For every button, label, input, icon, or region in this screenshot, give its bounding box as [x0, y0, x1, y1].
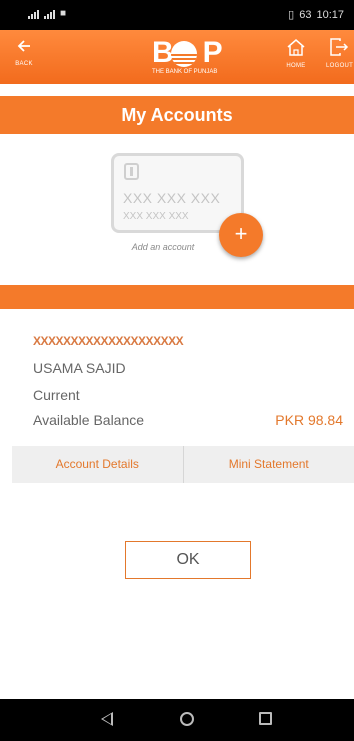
- card-chip-icon: [124, 163, 139, 180]
- balance-label: Available Balance: [33, 412, 145, 428]
- account-tabs: Account Details Mini Statement: [12, 446, 354, 483]
- system-nav-bar: [0, 699, 354, 741]
- nav-recents-icon[interactable]: [259, 712, 272, 725]
- signal-icon: [44, 9, 55, 19]
- back-label: BACK: [15, 61, 33, 67]
- bop-logo: BP THE BANK OF PUNJAB: [152, 36, 256, 78]
- home-button[interactable]: HOME: [282, 38, 310, 69]
- arrow-left-icon: [17, 40, 30, 52]
- logout-button[interactable]: LOGOUT: [326, 38, 354, 69]
- logout-label: LOGOUT: [326, 63, 354, 69]
- sun-logo-icon: [171, 41, 197, 67]
- signal-icon: [28, 9, 39, 19]
- account-details-tab[interactable]: Account Details: [12, 446, 183, 483]
- mini-statement-tab[interactable]: Mini Statement: [182, 446, 354, 483]
- vibrate-icon: ▯: [288, 9, 295, 21]
- back-button[interactable]: BACK: [12, 38, 36, 67]
- clock: 10:17: [316, 8, 344, 21]
- page-title: My Accounts: [0, 96, 354, 134]
- account-holder-name: USAMA SAJID: [33, 360, 126, 376]
- status-left: ■: [28, 8, 66, 19]
- status-right: ▯ 63 10:17: [288, 8, 344, 22]
- section-divider: [0, 285, 354, 309]
- add-account-label: Add an account: [131, 242, 195, 252]
- add-account-button[interactable]: +: [219, 213, 263, 257]
- balance-value: PKR 98.84: [275, 412, 343, 428]
- card-number-line2: XXX XXX XXX: [123, 211, 189, 222]
- account-number: XXXXXXXXXXXXXXXXXXXX: [33, 334, 184, 348]
- image-notification-icon: ■: [60, 8, 67, 19]
- nav-home-icon[interactable]: [180, 712, 194, 726]
- logout-icon: [330, 38, 349, 56]
- ok-button[interactable]: OK: [125, 541, 251, 579]
- nav-back-icon[interactable]: [101, 712, 113, 726]
- app-header: BACK BP THE BANK OF PUNJAB HOME LOGOUT: [0, 30, 354, 84]
- battery-level: 63: [299, 8, 312, 21]
- home-label: HOME: [286, 63, 306, 69]
- home-icon: [287, 39, 305, 56]
- account-type: Current: [33, 387, 80, 403]
- logo-subtitle: THE BANK OF PUNJAB: [152, 69, 218, 75]
- card-number-line1: XXX XXX XXX: [123, 190, 221, 206]
- status-bar: ■ ▯ 63 10:17: [0, 0, 354, 30]
